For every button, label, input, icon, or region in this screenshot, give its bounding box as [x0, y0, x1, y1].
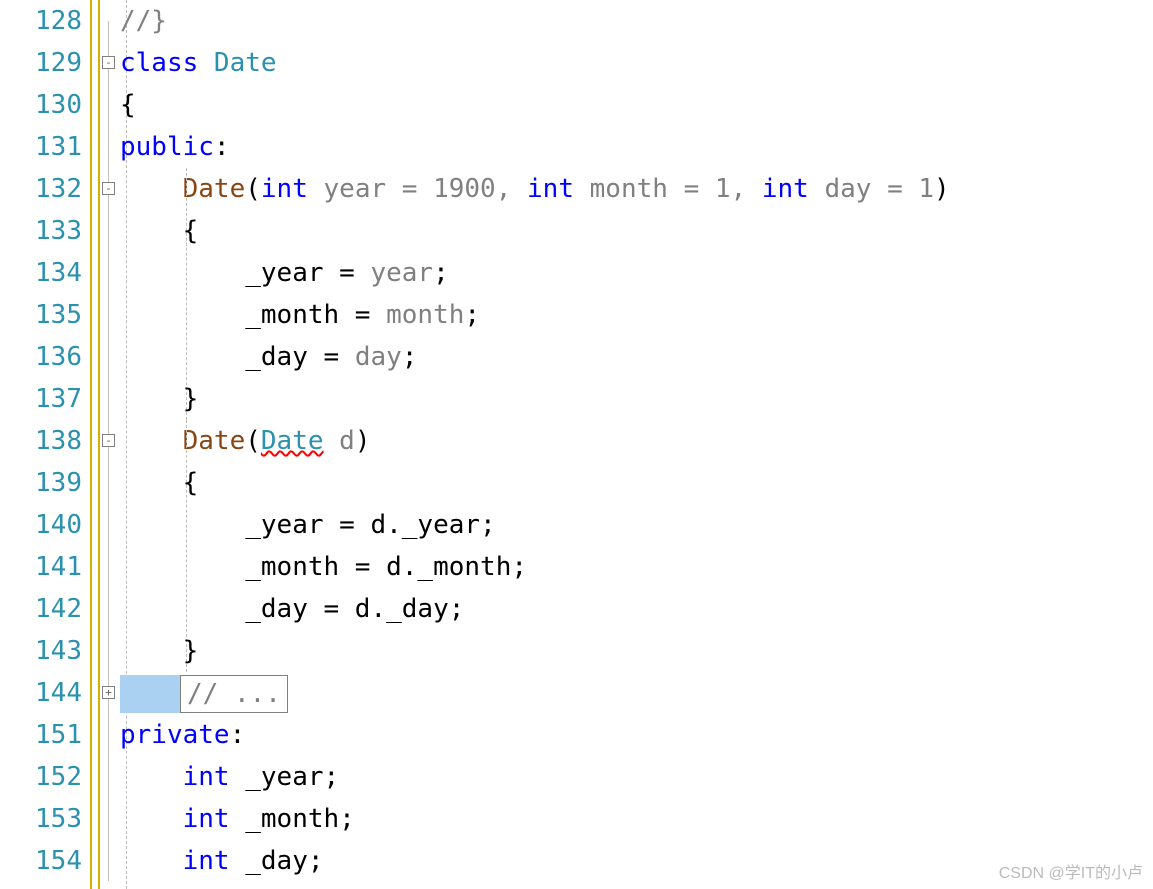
fold-column: - - - +: [100, 0, 120, 889]
line-number: 143: [0, 630, 82, 672]
code-line: // ...: [120, 672, 1153, 714]
fold-collapse-icon[interactable]: -: [102, 56, 115, 69]
code-line: private:: [120, 714, 1153, 756]
fold-expand-icon[interactable]: +: [102, 686, 115, 699]
line-number: 133: [0, 210, 82, 252]
line-number: 153: [0, 798, 82, 840]
collapsed-region[interactable]: // ...: [180, 675, 288, 713]
line-number: 154: [0, 840, 82, 882]
code-line: Date(Date d): [120, 420, 1153, 462]
code-editor[interactable]: 128 129 130 131 132 133 134 135 136 137 …: [0, 0, 1153, 889]
code-line: {: [120, 462, 1153, 504]
code-line: }: [120, 630, 1153, 672]
code-line: Date(int year = 1900, int month = 1, int…: [120, 168, 1153, 210]
line-number: 132: [0, 168, 82, 210]
line-number: 128: [0, 0, 82, 42]
line-number: 138: [0, 420, 82, 462]
code-line: _day = d._day;: [120, 588, 1153, 630]
code-line: class Date: [120, 42, 1153, 84]
code-line: _day = day;: [120, 336, 1153, 378]
code-line: int _year;: [120, 756, 1153, 798]
line-number: 134: [0, 252, 82, 294]
line-number: 141: [0, 546, 82, 588]
line-number: 139: [0, 462, 82, 504]
fold-collapse-icon[interactable]: -: [102, 434, 115, 447]
code-line: {: [120, 210, 1153, 252]
line-number: 131: [0, 126, 82, 168]
code-line: }: [120, 378, 1153, 420]
line-number-gutter: 128 129 130 131 132 133 134 135 136 137 …: [0, 0, 90, 889]
line-number: 130: [0, 84, 82, 126]
line-number: 144: [0, 672, 82, 714]
line-number: 152: [0, 756, 82, 798]
code-line: _month = month;: [120, 294, 1153, 336]
line-number: 136: [0, 336, 82, 378]
code-line: _year = year;: [120, 252, 1153, 294]
line-number: 129: [0, 42, 82, 84]
code-text-area[interactable]: //} class Date { public: Date(int year =…: [120, 0, 1153, 889]
line-number: 142: [0, 588, 82, 630]
code-line: int _month;: [120, 798, 1153, 840]
code-line: //}: [120, 0, 1153, 42]
code-line: {: [120, 84, 1153, 126]
line-number: 140: [0, 504, 82, 546]
line-number: 137: [0, 378, 82, 420]
code-line: public:: [120, 126, 1153, 168]
selection-highlight: [120, 675, 180, 713]
code-line: _month = d._month;: [120, 546, 1153, 588]
fold-collapse-icon[interactable]: -: [102, 182, 115, 195]
line-number: 135: [0, 294, 82, 336]
code-line: _year = d._year;: [120, 504, 1153, 546]
watermark: CSDN @学IT的小卢: [999, 859, 1143, 883]
line-number: 151: [0, 714, 82, 756]
change-margin: [90, 0, 100, 889]
error-squiggle[interactable]: Date: [261, 426, 324, 456]
